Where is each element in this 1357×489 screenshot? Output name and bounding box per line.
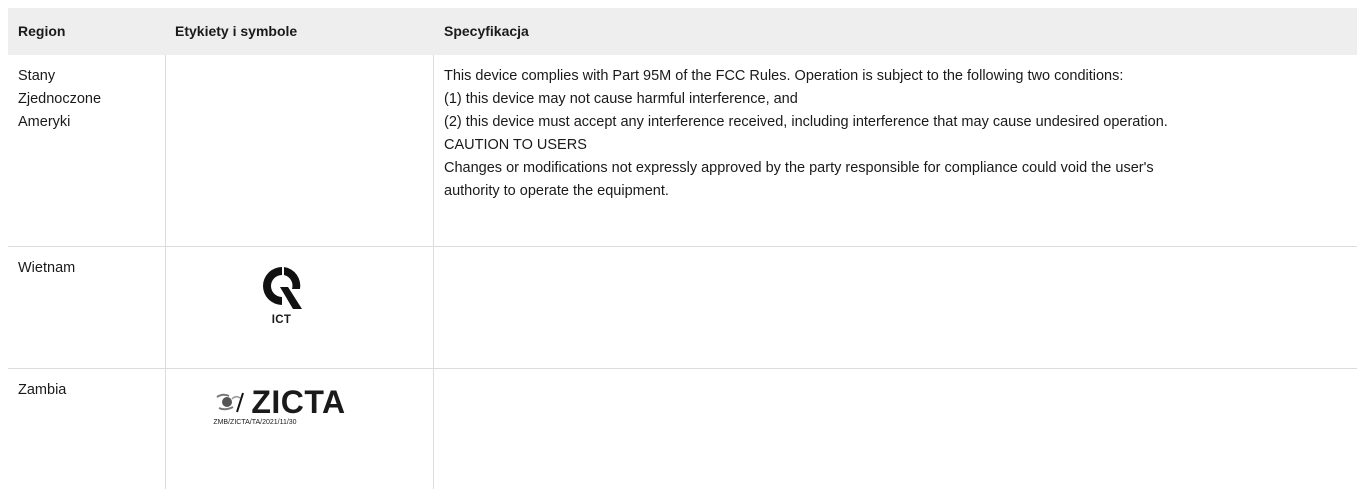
header-region: Region bbox=[18, 23, 66, 39]
labels-cell: ZICTA ZMB/ZICTA/TA/2021/11/30 bbox=[165, 369, 434, 489]
specification-cell bbox=[434, 247, 1357, 368]
ict-logo: ICT bbox=[260, 263, 304, 326]
zicta-reference-number: ZMB/ZICTA/TA/2021/11/30 bbox=[213, 419, 297, 426]
regulatory-table: Region Etykiety i symbole Specyfikacja S… bbox=[8, 8, 1357, 489]
spec-line: This device complies with Part 95M of th… bbox=[444, 68, 1124, 84]
header-specification: Specyfikacja bbox=[444, 23, 529, 39]
labels-cell bbox=[165, 55, 434, 246]
zicta-logo: ZICTA ZMB/ZICTA/TA/2021/11/30 bbox=[213, 384, 346, 426]
spec-line: (1) this device may not cause harmful in… bbox=[444, 91, 798, 107]
spec-line: authority to operate the equipment. bbox=[444, 183, 669, 199]
zicta-emblem-icon bbox=[216, 392, 245, 413]
table-header-row: Region Etykiety i symbole Specyfikacja bbox=[8, 8, 1357, 55]
region-cell: Wietnam bbox=[18, 260, 76, 276]
region-cell: Stany Zjednoczone Ameryki bbox=[18, 68, 102, 130]
spec-line: CAUTION TO USERS bbox=[444, 137, 587, 153]
table-row: Wietnam ICT bbox=[8, 247, 1357, 369]
ict-logo-text: ICT bbox=[271, 314, 292, 326]
labels-cell: ICT bbox=[165, 247, 434, 368]
ict-mark-icon bbox=[262, 267, 302, 309]
header-labels-symbols: Etykiety i symbole bbox=[175, 23, 298, 39]
spec-line: Changes or modifications not expressly a… bbox=[444, 160, 1154, 176]
zicta-logo-text: ZICTA bbox=[251, 384, 346, 420]
specification-cell: This device complies with Part 95M of th… bbox=[434, 55, 1357, 246]
table-row: Zambia ZICTA ZMB/ZICTA/TA/2021/11/30 bbox=[8, 369, 1357, 489]
region-cell: Zambia bbox=[18, 382, 67, 398]
spec-line: (2) this device must accept any interfer… bbox=[444, 114, 1168, 130]
table-row: Stany Zjednoczone Ameryki This device co… bbox=[8, 55, 1357, 247]
specification-cell bbox=[434, 369, 1357, 489]
